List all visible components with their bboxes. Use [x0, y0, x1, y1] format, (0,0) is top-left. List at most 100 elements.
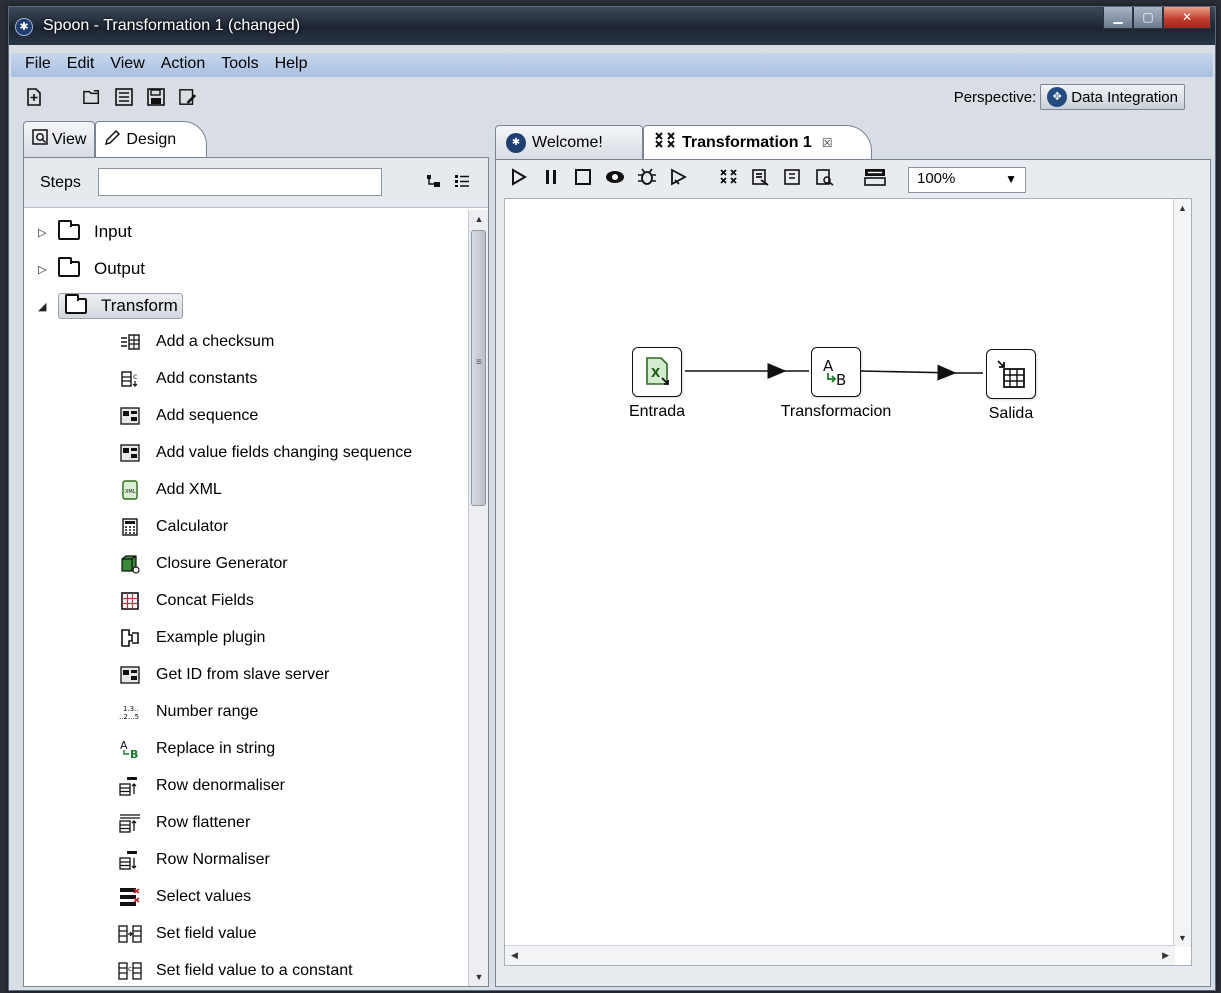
category-selection: Transform	[58, 293, 183, 319]
grip-icon: ≡	[476, 357, 482, 368]
sql-icon[interactable]	[782, 168, 804, 191]
menu-action[interactable]: Action	[153, 53, 213, 77]
scroll-thumb[interactable]: ≡	[471, 230, 486, 506]
step-item[interactable]: Get ID from slave server	[118, 660, 329, 690]
step-label: Add XML	[156, 481, 222, 498]
table-output-icon	[986, 349, 1036, 399]
scroll-down-icon[interactable]: ▼	[1174, 933, 1191, 943]
canvas-horizontal-scrollbar[interactable]: ◀ ▶	[505, 945, 1175, 965]
scroll-up-icon[interactable]: ▲	[469, 210, 489, 228]
scroll-down-icon[interactable]: ▼	[469, 968, 489, 986]
collapse-arrow-icon[interactable]: ◢	[38, 300, 58, 313]
step-item[interactable]: Row Normaliser	[118, 845, 270, 875]
step-item[interactable]: Calculator	[118, 512, 228, 542]
save-as-icon[interactable]	[179, 88, 197, 106]
results-icon[interactable]	[864, 168, 886, 191]
menu-bar: File Edit View Action Tools Help	[11, 53, 1213, 77]
new-file-icon[interactable]	[25, 88, 43, 106]
menu-view[interactable]: View	[102, 53, 152, 77]
step-item[interactable]: Row denormaliser	[118, 771, 285, 801]
step-label: Concat Fields	[156, 592, 254, 609]
step-item[interactable]: Row flattener	[118, 808, 250, 838]
menu-edit[interactable]: Edit	[59, 53, 103, 77]
scroll-right-icon[interactable]: ▶	[1162, 950, 1169, 961]
transformation-icon	[654, 131, 676, 154]
perspective-button[interactable]: ✥ Data Integration	[1040, 84, 1185, 110]
step-item[interactable]: XML Add XML	[118, 475, 222, 505]
step-item[interactable]: c Set field value to a constant	[118, 956, 353, 984]
step-item[interactable]: Concat Fields	[118, 586, 254, 616]
tab-welcome-label: Welcome!	[532, 133, 603, 151]
stop-icon[interactable]	[572, 168, 594, 191]
step-item[interactable]: AB Replace in string	[118, 734, 275, 764]
title-bar[interactable]: ✱ Spoon - Transformation 1 (changed) ▁ ▢…	[9, 7, 1215, 45]
step-label: Example plugin	[156, 629, 266, 646]
open-file-icon[interactable]	[83, 88, 101, 106]
transformation-canvas[interactable]: X Entrada AB Transformacion Salida ▲ ▼ ◀…	[504, 198, 1192, 966]
step-label: Replace in string	[156, 740, 276, 757]
step-item[interactable]: c Add constants	[118, 364, 257, 394]
tab-welcome[interactable]: ✱ Welcome!	[495, 125, 643, 159]
replay-icon[interactable]	[668, 167, 690, 191]
step-label: Row flattener	[156, 814, 251, 831]
svg-text:A: A	[823, 357, 834, 375]
close-button[interactable]: ✕	[1163, 7, 1211, 29]
expand-all-icon[interactable]	[454, 174, 470, 192]
maximize-button[interactable]: ▢	[1133, 7, 1163, 29]
svg-text:1.3..: 1.3..	[123, 705, 139, 713]
normaliser-icon	[118, 848, 142, 872]
explore-db-icon[interactable]	[814, 168, 836, 191]
step-item[interactable]: 1.3.. ..2...5 Number range	[118, 697, 258, 727]
expand-arrow-icon[interactable]: ▷	[38, 263, 58, 276]
denormaliser-icon	[118, 774, 142, 798]
tab-transformation[interactable]: Transformation 1 ☒	[643, 125, 872, 159]
debug-icon[interactable]	[636, 167, 658, 192]
step-item[interactable]: Select values	[118, 882, 251, 912]
view-icon	[32, 129, 48, 150]
explore-repository-icon[interactable]	[115, 88, 133, 106]
preview-icon[interactable]	[604, 169, 626, 190]
step-node-label: Entrada	[628, 403, 686, 420]
step-item[interactable]: Add value fields changing sequence	[118, 438, 412, 468]
scroll-left-icon[interactable]: ◀	[511, 950, 518, 961]
menu-help[interactable]: Help	[267, 53, 316, 77]
tree-category-input[interactable]: ▷ Input	[38, 216, 132, 248]
steps-search-row: Steps	[24, 158, 488, 208]
editor-tabs: ✱ Welcome! Transformation 1 ☒	[495, 125, 872, 159]
step-label: Number range	[156, 703, 259, 720]
steps-scrollbar[interactable]: ▲ ≡ ▼	[468, 210, 488, 986]
perspective-switcher: Perspective: ✥ Data Integration	[954, 84, 1185, 110]
steps-search-input[interactable]	[98, 168, 382, 196]
save-icon[interactable]	[147, 88, 165, 106]
window-title: Spoon - Transformation 1 (changed)	[43, 17, 301, 34]
scroll-up-icon[interactable]: ▲	[1174, 203, 1191, 213]
step-item[interactable]: Add sequence	[118, 401, 258, 431]
minimize-button[interactable]: ▁	[1103, 7, 1133, 29]
verify-icon[interactable]	[718, 168, 740, 191]
zoom-select[interactable]: 100% ▼	[908, 167, 1026, 193]
step-item[interactable]: Add a checksum	[118, 327, 274, 357]
pause-icon[interactable]	[540, 168, 562, 191]
canvas-vertical-scrollbar[interactable]: ▲ ▼	[1173, 199, 1191, 947]
close-tab-icon[interactable]: ☒	[822, 136, 833, 150]
tab-view[interactable]: View	[23, 121, 96, 157]
step-node-transformacion[interactable]: AB Transformacion	[761, 347, 911, 421]
impact-icon[interactable]	[750, 168, 772, 191]
category-label: Transform	[101, 296, 178, 315]
step-node-entrada[interactable]: X Entrada	[607, 347, 707, 421]
tree-category-transform[interactable]: ◢ Transform	[38, 290, 183, 322]
step-label: Row Normaliser	[156, 851, 270, 868]
run-icon[interactable]	[508, 167, 530, 191]
step-item[interactable]: Example plugin	[118, 623, 265, 653]
tree-category-output[interactable]: ▷ Output	[38, 253, 145, 285]
concat-icon	[118, 589, 142, 613]
menu-tools[interactable]: Tools	[213, 53, 266, 77]
step-node-salida[interactable]: Salida	[961, 349, 1061, 423]
step-item[interactable]: Closure Generator	[118, 549, 288, 579]
step-label: Add value fields changing sequence	[156, 444, 413, 461]
collapse-all-icon[interactable]	[426, 174, 442, 192]
tab-design[interactable]: Design	[95, 121, 208, 157]
expand-arrow-icon[interactable]: ▷	[38, 226, 58, 239]
step-item[interactable]: Set field value	[118, 919, 257, 949]
menu-file[interactable]: File	[11, 53, 59, 77]
